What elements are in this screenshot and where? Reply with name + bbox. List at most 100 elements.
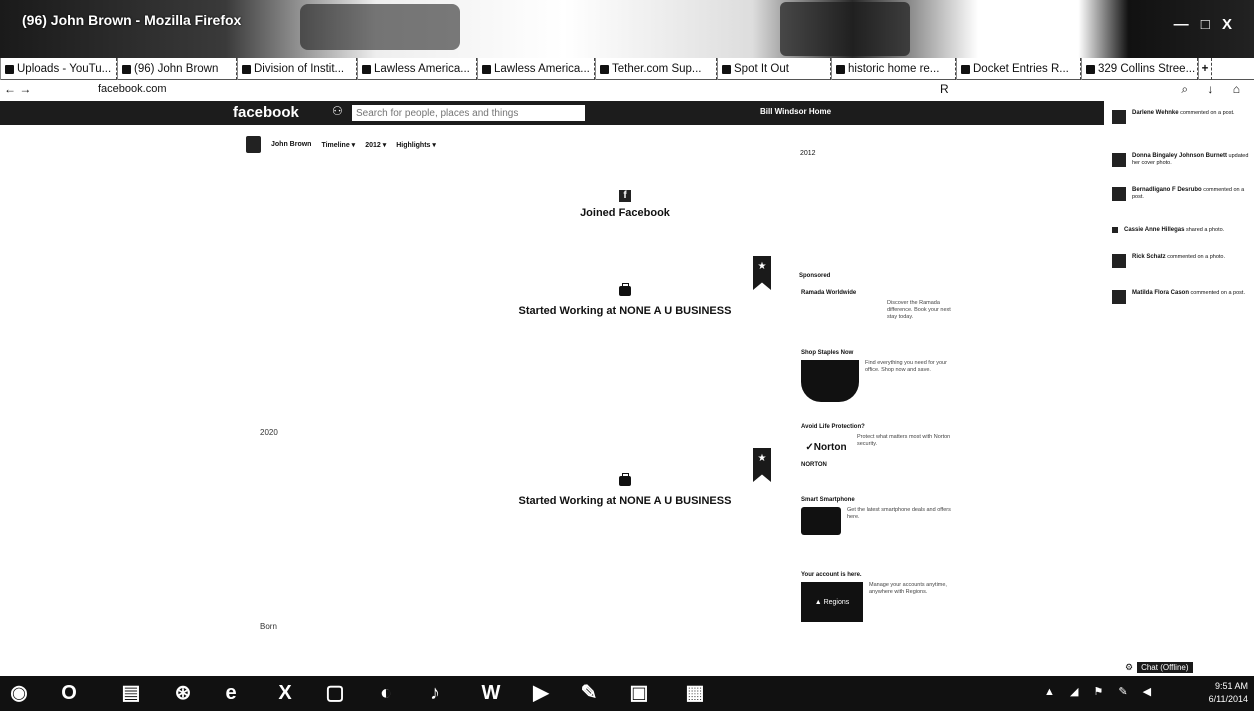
word-icon[interactable]: W xyxy=(478,680,504,706)
profile-name-link[interactable]: John Brown xyxy=(271,141,311,148)
facebook-logo[interactable]: facebook xyxy=(233,104,299,121)
avatar xyxy=(1112,290,1126,304)
page-favicon-icon xyxy=(362,64,371,74)
reader-icon[interactable]: R xyxy=(940,82,949,96)
regions-logo: ▲ Regions xyxy=(801,582,863,622)
calendar-icon[interactable]: ▦ xyxy=(682,680,708,706)
timeline-year-label: 2020 xyxy=(260,428,278,437)
excel-icon[interactable]: X xyxy=(272,680,298,706)
tab[interactable]: Lawless America... xyxy=(357,58,477,80)
start-orb-icon[interactable]: ◉ xyxy=(6,680,32,706)
tab[interactable]: Tether.com Sup... xyxy=(595,58,717,80)
clock-date: 6/11/2014 xyxy=(1208,694,1248,704)
clock[interactable]: 9:51 AM 6/11/2014 xyxy=(1209,680,1248,706)
firefox-icon[interactable]: ◐ xyxy=(373,680,399,706)
browser-tab-strip: Uploads - YouTu... (96) John Brown Divis… xyxy=(0,58,1254,80)
norton-logo: ✓Norton xyxy=(801,434,851,460)
ad-image xyxy=(801,360,859,402)
ad-text: Discover the Ramada difference. Book you… xyxy=(887,300,951,321)
tab[interactable]: Uploads - YouTu... xyxy=(0,58,117,80)
ad-title: Avoid Life Protection? xyxy=(801,424,865,430)
chat-status[interactable]: Chat (Offline) xyxy=(1137,662,1193,673)
rightcol-year-label[interactable]: 2012 xyxy=(800,150,816,157)
star-bookmark-icon[interactable]: ★ xyxy=(753,448,771,482)
system-tray[interactable]: ▲ ◢ ⚑ ✎ ◀ xyxy=(1044,685,1157,698)
explorer-icon[interactable]: ▤ xyxy=(118,680,144,706)
page-favicon-icon xyxy=(242,64,251,74)
titlebar-wallpaper-shape xyxy=(780,2,910,56)
facebook-header: facebook ⚇ Bill Windsor Home xyxy=(0,101,1104,125)
ad-text: Protect what matters most with Norton se… xyxy=(857,434,951,448)
page-favicon-icon xyxy=(1086,64,1095,74)
paint-icon[interactable]: ✎ xyxy=(576,680,602,706)
highlights-dropdown[interactable]: Highlights ▾ xyxy=(396,141,436,149)
window-title: (96) John Brown - Mozilla Firefox xyxy=(22,12,242,28)
tab[interactable]: Lawless America... xyxy=(477,58,595,80)
facebook-favicon-icon xyxy=(122,64,131,74)
toolbar-icons[interactable]: ⌕ ↓ ⌂ xyxy=(1181,82,1248,97)
tab[interactable]: (96) John Brown xyxy=(117,58,237,80)
timeline-event-joined: f Joined Facebook xyxy=(560,185,690,219)
internet-explorer-icon[interactable]: e xyxy=(218,680,244,706)
user-nav[interactable]: Bill Windsor Home xyxy=(760,107,831,116)
facebook-icon: f xyxy=(619,190,631,202)
activity-ticker: Darlene Wehnke commented on a post. Donn… xyxy=(1104,101,1254,646)
friend-requests-icon[interactable]: ⚇ xyxy=(332,104,343,118)
timeline-dropdown[interactable]: Timeline ▾ xyxy=(321,141,355,149)
ticker-item[interactable]: Rick Schatz commented on a photo. xyxy=(1112,254,1252,268)
avatar[interactable] xyxy=(246,136,261,153)
new-tab-button[interactable]: + xyxy=(1198,58,1212,80)
page-favicon-icon xyxy=(961,64,970,74)
ticker-item[interactable]: Cassie Anne Hillegas shared a photo. xyxy=(1112,227,1252,234)
briefcase-icon xyxy=(619,473,631,486)
window-titlebar: (96) John Brown - Mozilla Firefox — □ X xyxy=(0,0,1254,58)
ad-smartphone[interactable]: Smart Smartphone Get the latest smartpho… xyxy=(801,497,959,535)
media-player-icon[interactable]: ▶ xyxy=(528,680,554,706)
avatar xyxy=(1112,227,1118,233)
window-controls[interactable]: — □ X xyxy=(1174,16,1236,33)
outlook-icon[interactable]: O xyxy=(56,680,82,706)
timeline-subnav: John Brown Timeline ▾ 2012 ▾ Highlights … xyxy=(246,136,436,153)
ticker-item[interactable]: Matilda Flora Cason commented on a post. xyxy=(1112,290,1252,304)
avatar xyxy=(1112,187,1126,201)
tab[interactable]: historic home re... xyxy=(831,58,956,80)
avatar xyxy=(1112,110,1126,124)
page-favicon-icon xyxy=(722,64,731,74)
itunes-icon[interactable]: ♪ xyxy=(422,680,448,706)
tab-active[interactable]: 329 Collins Stree... xyxy=(1081,58,1198,80)
chat-bar[interactable]: ⚙ Chat (Offline) xyxy=(1125,662,1193,673)
event-label: Started Working at NONE A U BUSINESS xyxy=(518,305,732,317)
ad-norton[interactable]: Avoid Life Protection? ✓Norton Protect w… xyxy=(801,424,959,468)
ad-text: Manage your accounts anytime, anywhere w… xyxy=(869,582,947,596)
tab[interactable]: Division of Instit... xyxy=(237,58,357,80)
ad-title: Smart Smartphone xyxy=(801,497,855,503)
tab[interactable]: Spot It Out xyxy=(717,58,831,80)
titlebar-wallpaper-shape xyxy=(300,4,460,50)
avatar xyxy=(1112,153,1126,167)
event-label: Joined Facebook xyxy=(580,207,670,219)
ad-staples[interactable]: Shop Staples Now Find everything you nee… xyxy=(801,350,959,402)
premiere-icon[interactable]: ▢ xyxy=(322,680,348,706)
photoshop-icon[interactable]: ▣ xyxy=(626,680,652,706)
ticker-item[interactable]: Darlene Wehnke commented on a post. xyxy=(1112,110,1252,124)
youtube-favicon-icon xyxy=(5,64,14,74)
back-forward-icon[interactable]: ← → xyxy=(4,82,31,96)
page-favicon-icon xyxy=(482,64,491,74)
url-field[interactable]: facebook.com xyxy=(98,83,166,95)
chrome-icon[interactable]: ⊛ xyxy=(170,680,196,706)
tab[interactable]: Docket Entries R... xyxy=(956,58,1081,80)
ramada-logo: RAMADA xyxy=(817,307,865,317)
ticker-item[interactable]: Donna Bingaley Johnson Burnett updated h… xyxy=(1112,153,1252,167)
ticker-item[interactable]: Bernadligano F Desrubo commented on a po… xyxy=(1112,187,1252,201)
timeline-event-work: Started Working at NONE A U BUSINESS xyxy=(500,283,750,317)
sponsored-header: Sponsored xyxy=(799,273,831,279)
ad-ramada[interactable]: Ramada Worldwide RAMADA Discover the Ram… xyxy=(801,290,959,324)
timeline-year-label: Born xyxy=(260,622,277,631)
windows-taskbar: ◉ O ▤ ⊛ e X ▢ ◐ ♪ W ▶ ✎ ▣ ▦ ▲ ◢ ⚑ ✎ ◀ 9:… xyxy=(0,676,1254,711)
ad-regions[interactable]: Your account is here. ▲ Regions Manage y… xyxy=(801,572,959,622)
star-bookmark-icon[interactable]: ★ xyxy=(753,256,771,290)
ad-title: Ramada Worldwide xyxy=(801,290,857,296)
year-dropdown[interactable]: 2012 ▾ xyxy=(365,141,386,149)
settings-icon[interactable]: ⚙ xyxy=(1125,662,1133,673)
facebook-search-input[interactable] xyxy=(352,105,585,121)
